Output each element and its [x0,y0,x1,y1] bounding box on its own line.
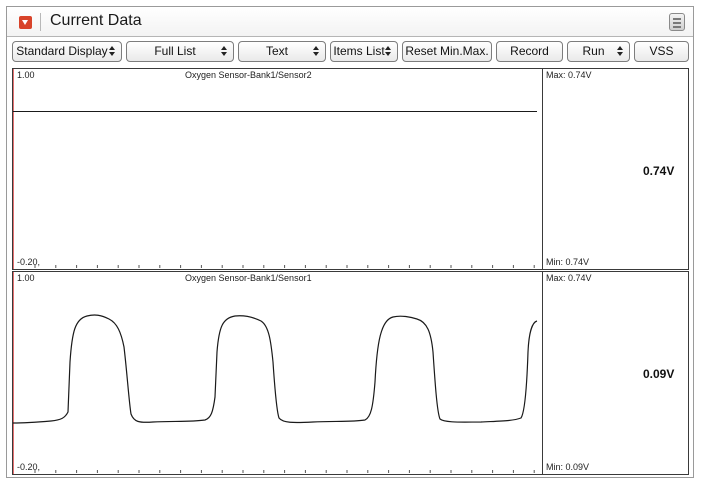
graph-canvas-sensor2 [13,69,543,269]
spinner-arrows-icon [221,46,228,57]
standard-display-label: Standard Display [16,44,108,58]
max-value: Max: 0.74V [546,273,592,283]
current-data-window: Current Data Standard Display Full List … [6,6,694,478]
graph-panel-sensor1[interactable]: 1.00 Oxygen Sensor-Bank1/Sensor1 -0.20, … [12,271,689,475]
graph-title: Oxygen Sensor-Bank1/Sensor2 [185,70,312,80]
title-bar: Current Data [7,7,693,37]
standard-display-select[interactable]: Standard Display [12,41,122,62]
text-label: Text [265,44,288,58]
run-label: Run [582,44,605,58]
graph-canvas-sensor1 [13,272,543,474]
run-select[interactable]: Run [567,41,630,62]
record-button[interactable]: Record [496,41,563,62]
list-layout-icon[interactable] [669,13,685,31]
vss-label: VSS [649,44,674,58]
min-value: Min: 0.09V [546,462,590,472]
text-select[interactable]: Text [238,41,326,62]
full-list-select[interactable]: Full List [126,41,234,62]
min-value: Min: 0.74V [546,257,590,267]
toolbar: Standard Display Full List Text Items Li… [7,37,693,67]
time-axis-ticks [34,470,535,473]
full-list-label: Full List [154,44,196,58]
spinner-arrows-icon [313,46,320,57]
spinner-arrows-icon [617,46,624,57]
spinner-arrows-icon [109,46,116,57]
window-title: Current Data [50,12,142,29]
vss-button[interactable]: VSS [634,41,689,62]
title-separator [40,13,41,31]
current-value: 0.74V [643,164,675,178]
reset-min-max-label: Reset Min.Max. [405,44,489,58]
max-value: Max: 0.74V [546,70,592,80]
dropdown-arrow-icon[interactable] [19,16,32,29]
sensor1-trace [13,314,538,424]
graph-panel-sensor2[interactable]: 1.00 Oxygen Sensor-Bank1/Sensor2 -0.20, … [12,68,689,270]
current-value: 0.09V [643,367,675,381]
record-label: Record [510,44,549,58]
y-max-label: 1.00 [17,273,35,283]
reset-min-max-button[interactable]: Reset Min.Max. [402,41,492,62]
y-max-label: 1.00 [17,70,35,80]
spinner-arrows-icon [385,46,392,57]
y-min-label: -0.20, [17,462,41,472]
items-list-select[interactable]: Items List [330,41,398,62]
graph-title: Oxygen Sensor-Bank1/Sensor1 [185,273,312,283]
y-min-label: -0.20, [17,257,41,267]
time-axis-ticks [34,265,535,268]
